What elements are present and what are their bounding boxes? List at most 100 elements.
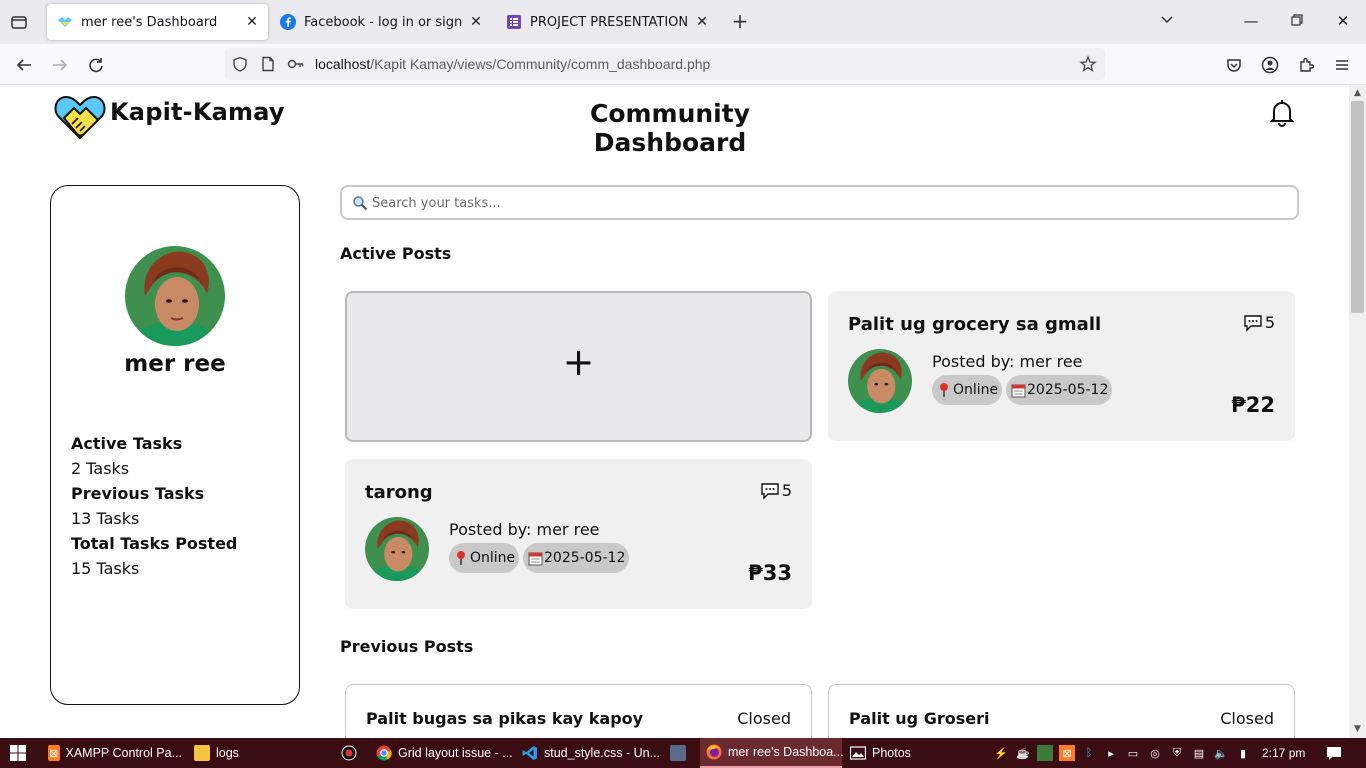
- location-chip: Online: [932, 375, 1003, 405]
- active-posts-heading: Active Posts: [340, 244, 452, 263]
- calendar-icon: [1010, 382, 1026, 398]
- facebook-icon: [280, 14, 296, 30]
- posted-by: Posted by: mer ree: [449, 520, 600, 539]
- taskbar-item-obs[interactable]: [336, 738, 362, 768]
- cup-icon[interactable]: ☕: [1015, 745, 1031, 761]
- taskbar-item-vscode[interactable]: stud_style.css - Un...: [516, 738, 660, 768]
- taskbar-item-logs[interactable]: logs: [188, 738, 328, 768]
- posted-by: Posted by: mer ree: [932, 352, 1083, 371]
- taskbar-item-app[interactable]: [664, 738, 692, 768]
- search-input[interactable]: [372, 191, 1272, 215]
- volume-icon[interactable]: 🔈: [1213, 745, 1229, 761]
- account-icon[interactable]: [1258, 53, 1282, 77]
- handshake-logo-icon[interactable]: [54, 94, 106, 140]
- total-tasks-label: Total Tasks Posted: [71, 534, 238, 553]
- taskbar-label: logs: [216, 746, 239, 760]
- url-text[interactable]: localhost/Kapit Kamay/views/Community/co…: [315, 56, 710, 72]
- active-tasks-label: Active Tasks: [71, 434, 183, 453]
- monitor-icon[interactable]: ▭: [1125, 745, 1141, 761]
- bluetooth-icon[interactable]: ᛒ: [1081, 745, 1097, 761]
- post-title: Palit ug Groseri: [849, 709, 990, 728]
- tab-project-presentation[interactable]: PROJECT PRESENTATION | REGI ✕: [496, 4, 718, 40]
- post-price: ₱33: [748, 561, 792, 585]
- scroll-thumb[interactable]: [1351, 101, 1364, 313]
- forward-icon[interactable]: [48, 53, 72, 77]
- brand-name[interactable]: Kapit-Kamay: [110, 98, 285, 126]
- tray-app-icon[interactable]: [1037, 745, 1053, 761]
- close-tab-icon[interactable]: ✕: [466, 14, 486, 30]
- handshake-favicon-icon: [57, 14, 73, 30]
- notification-bell-icon[interactable]: [1266, 97, 1298, 129]
- extensions-icon[interactable]: [1294, 53, 1318, 77]
- list-all-tabs-icon[interactable]: [1156, 10, 1178, 32]
- search-box[interactable]: [340, 185, 1299, 220]
- shield-tray-icon[interactable]: ⛨: [1169, 745, 1185, 761]
- url-bar[interactable]: localhost/Kapit Kamay/views/Community/co…: [225, 48, 1105, 80]
- date-chip: 2025-05-12: [1006, 375, 1113, 405]
- taskbar-item-firefox[interactable]: mer ree's Dashboa...: [700, 738, 844, 768]
- post-card[interactable]: Palit ug grocery sa gmall 5 Posted by: m…: [828, 291, 1295, 441]
- previous-post-card[interactable]: Palit bugas sa pikas kay kapoy Closed: [345, 684, 812, 738]
- taskbar-item-chrome[interactable]: Grid layout issue - ...: [370, 738, 513, 768]
- add-post-button[interactable]: +: [345, 291, 812, 442]
- pocket-icon[interactable]: [1222, 53, 1246, 77]
- minimize-icon[interactable]: —: [1240, 10, 1262, 32]
- obs-icon: [341, 745, 357, 761]
- url-host: localhost: [315, 56, 371, 72]
- bookmark-star-icon[interactable]: [1079, 55, 1097, 73]
- scroll-up-icon[interactable]: ▲: [1352, 88, 1363, 99]
- play-icon[interactable]: ▸: [1103, 745, 1119, 761]
- browser-tab-bar: mer ree's Dashboard ✕ Facebook - log in …: [0, 0, 1366, 44]
- tab-list-icon[interactable]: [8, 11, 30, 33]
- taskbar-label: Grid layout issue - ...: [398, 746, 513, 760]
- page-viewport: Kapit-Kamay Community Dashboard mer ree …: [0, 85, 1349, 738]
- post-comments[interactable]: 5: [1243, 313, 1275, 332]
- shield-icon[interactable]: [231, 55, 249, 73]
- comment-icon: [760, 482, 780, 500]
- photos-icon: [850, 745, 866, 761]
- back-icon[interactable]: [12, 53, 36, 77]
- clock[interactable]: 2:17 pm: [1262, 746, 1305, 760]
- taskbar-item-photos[interactable]: Photos: [846, 738, 986, 768]
- xampp-icon: ⊠: [48, 745, 60, 761]
- battery-icon[interactable]: ▮: [1235, 745, 1251, 761]
- network-icon[interactable]: ▤: [1191, 745, 1207, 761]
- xampp-tray-icon[interactable]: ⊠: [1059, 745, 1075, 761]
- menu-icon[interactable]: [1330, 53, 1354, 77]
- plus-icon: +: [562, 340, 595, 384]
- avatar[interactable]: [125, 246, 225, 346]
- camera-icon[interactable]: ◎: [1147, 745, 1163, 761]
- restore-icon[interactable]: [1286, 10, 1308, 32]
- tab-facebook[interactable]: Facebook - log in or sign up ✕: [270, 4, 492, 40]
- page-scrollbar[interactable]: ▲ ▼: [1349, 85, 1366, 738]
- permissions-key-icon[interactable]: [287, 55, 305, 73]
- post-card[interactable]: tarong 5 Posted by: mer ree Online 2025-…: [345, 459, 812, 609]
- previous-posts-heading: Previous Posts: [340, 637, 474, 656]
- new-tab-icon[interactable]: +: [729, 10, 751, 32]
- tab-title: mer ree's Dashboard: [81, 14, 218, 30]
- lightning-icon[interactable]: ⚡: [993, 745, 1009, 761]
- scroll-down-icon[interactable]: ▼: [1352, 724, 1363, 735]
- close-tab-icon[interactable]: ✕: [692, 14, 712, 30]
- tab-dashboard[interactable]: mer ree's Dashboard ✕: [47, 4, 268, 40]
- post-title: tarong: [365, 482, 433, 503]
- post-comments[interactable]: 5: [760, 481, 792, 500]
- tab-title: Facebook - log in or sign up: [304, 14, 466, 30]
- taskbar-label: Photos: [872, 746, 911, 760]
- close-window-icon[interactable]: ✕: [1332, 10, 1354, 32]
- location-text: Online: [953, 382, 999, 398]
- calendar-icon: [527, 550, 543, 566]
- forms-icon: [506, 14, 522, 30]
- taskbar-label: stud_style.css - Un...: [544, 746, 661, 760]
- close-tab-icon[interactable]: ✕: [242, 14, 262, 30]
- page-icon[interactable]: [259, 55, 277, 73]
- windows-start-icon[interactable]: [10, 745, 26, 761]
- comment-count: 5: [1264, 313, 1275, 332]
- taskbar-item-xampp[interactable]: ⊠ XAMPP Control Pa...: [42, 738, 182, 768]
- notifications-icon[interactable]: [1326, 745, 1342, 761]
- previous-post-card[interactable]: Palit ug Groseri Closed: [828, 684, 1295, 738]
- avatar: [365, 517, 429, 581]
- reload-icon[interactable]: [84, 53, 108, 77]
- comment-count: 5: [781, 481, 792, 500]
- profile-name: mer ree: [124, 351, 226, 377]
